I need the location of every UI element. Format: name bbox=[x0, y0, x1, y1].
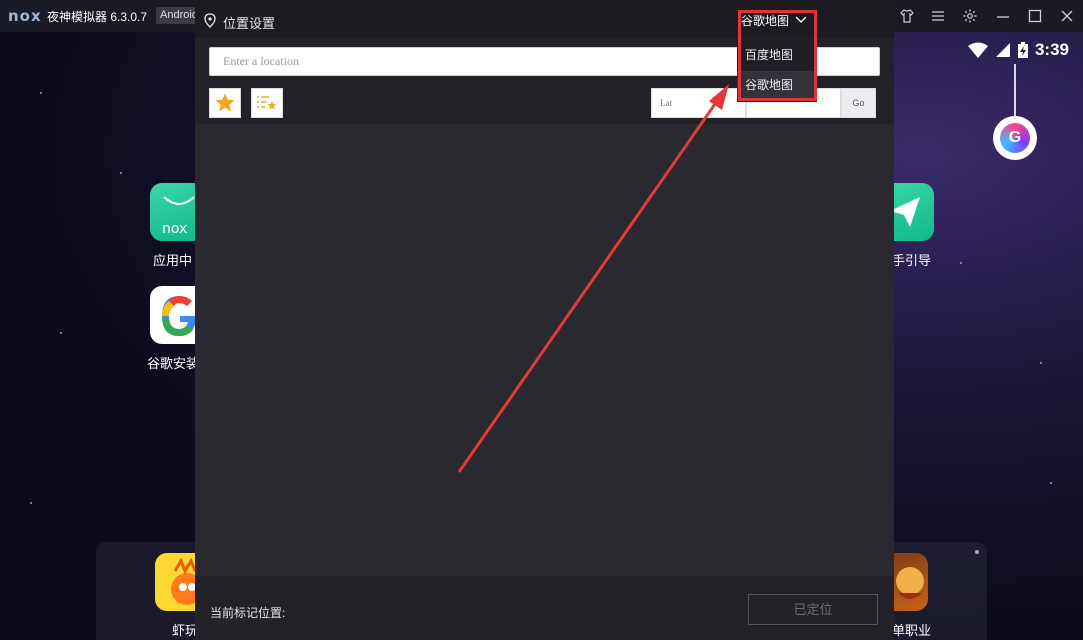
dialog-title: 位置设置 bbox=[223, 16, 276, 31]
android-status-bar: 3:39 bbox=[967, 40, 1069, 60]
guide-app-label: 手引导 bbox=[892, 253, 932, 268]
dialog-footer: 当前标记位置: 已定位 bbox=[195, 576, 894, 640]
current-marker-label: 当前标记位置: bbox=[210, 606, 286, 620]
battery-charging-icon bbox=[1017, 42, 1028, 58]
svg-text:nox: nox bbox=[162, 221, 187, 237]
star-icon bbox=[215, 93, 235, 112]
favorites-list-button[interactable] bbox=[251, 88, 283, 118]
settings-gear-icon[interactable] bbox=[962, 8, 978, 24]
located-button[interactable]: 已定位 bbox=[748, 594, 878, 625]
maximize-window-icon[interactable] bbox=[1027, 8, 1043, 24]
nox-logo: nox bbox=[8, 7, 42, 25]
close-window-icon[interactable] bbox=[1059, 8, 1075, 24]
floating-assistant-button[interactable]: G bbox=[993, 116, 1037, 160]
status-clock: 3:39 bbox=[1034, 40, 1069, 59]
skin-shirt-icon[interactable] bbox=[899, 8, 915, 24]
starred-list-icon bbox=[257, 96, 277, 110]
location-pin-icon bbox=[204, 13, 216, 28]
wifi-icon bbox=[967, 42, 988, 58]
menu-icon[interactable] bbox=[930, 8, 946, 24]
map-provider-selected: 谷歌地图 bbox=[741, 13, 790, 28]
google-installer-label: 谷歌安装 bbox=[147, 356, 200, 371]
map-option-google[interactable]: 谷歌地图 bbox=[737, 71, 817, 99]
latitude-input[interactable] bbox=[651, 88, 746, 118]
single-class-game-label: 单职业 bbox=[892, 623, 932, 638]
map-provider-menu: 百度地图 谷歌地图 bbox=[737, 36, 817, 102]
emulator-app-name: 夜神模拟器 6.3.0.7 bbox=[47, 10, 148, 24]
minimize-window-icon[interactable] bbox=[995, 8, 1011, 24]
app-center-label: 应用中 bbox=[153, 253, 193, 268]
favorites-button[interactable] bbox=[209, 88, 241, 118]
android-version-badge[interactable]: Android bbox=[156, 7, 196, 24]
go-button[interactable]: Go bbox=[841, 88, 876, 118]
assistant-tether bbox=[1014, 64, 1016, 116]
signal-icon bbox=[995, 43, 1010, 57]
map-option-baidu[interactable]: 百度地图 bbox=[737, 41, 817, 69]
assistant-g-icon: G bbox=[1000, 123, 1030, 153]
map-view[interactable] bbox=[195, 124, 894, 576]
chevron-down-icon bbox=[795, 16, 807, 23]
map-provider-select[interactable]: 谷歌地图 bbox=[735, 6, 817, 34]
